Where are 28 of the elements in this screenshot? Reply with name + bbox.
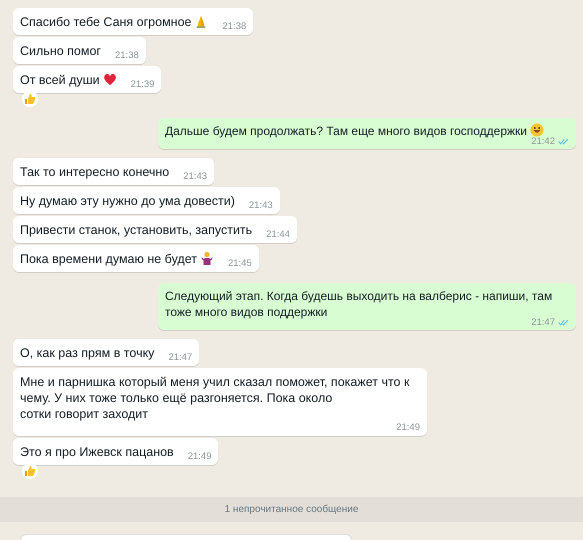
message-text: Ну думаю эту нужно до ума довести)	[20, 194, 235, 208]
message-text: Мне и парнишка который меня учил сказал поможет, покажет что к чему. У них тоже только ещё разгоняется. Пока около сотки говорит заходит	[20, 375, 410, 421]
timestamp: 21:39	[130, 79, 154, 90]
message-text: Следующий этап. Когда будешь выходить на валберис - напиши, там тоже много видов поддержки	[165, 289, 552, 319]
message-text: Сильно помог	[20, 44, 101, 58]
message-text: Так то интересно конечно	[20, 165, 170, 179]
timestamp: 21:43	[183, 171, 208, 182]
message-text: Спасибо тебе Саня огромное	[20, 15, 192, 29]
message-text: Пока времени думаю не будет	[20, 252, 197, 266]
timestamp: 21:49	[188, 451, 212, 462]
message-text: От всей души	[20, 73, 100, 87]
timestamp: 21:38	[222, 21, 246, 32]
unread-label: 1 непрочитанное сообщение	[224, 504, 358, 515]
heart-icon	[102, 72, 117, 86]
message-text: Это я про Ижевск пацанов	[20, 445, 174, 459]
message-text: Дальше будем продолжать? Там еще много видов господдержки	[165, 124, 527, 138]
smiley-icon	[530, 123, 544, 137]
timestamp: 21:49	[396, 422, 420, 433]
timestamp: 21:43	[248, 200, 273, 211]
timestamp: 21:47	[168, 352, 192, 363]
message-text: О, как раз прям в точку	[20, 346, 154, 360]
timestamp: 21:47	[531, 317, 555, 328]
timestamp: 21:44	[266, 229, 290, 240]
message-text: Привести станок, установить, запустить	[20, 223, 252, 237]
timestamp: 21:38	[114, 50, 139, 61]
person-icon	[200, 251, 214, 265]
timestamp: 21:45	[228, 258, 252, 269]
timestamp: 21:42	[531, 136, 555, 147]
